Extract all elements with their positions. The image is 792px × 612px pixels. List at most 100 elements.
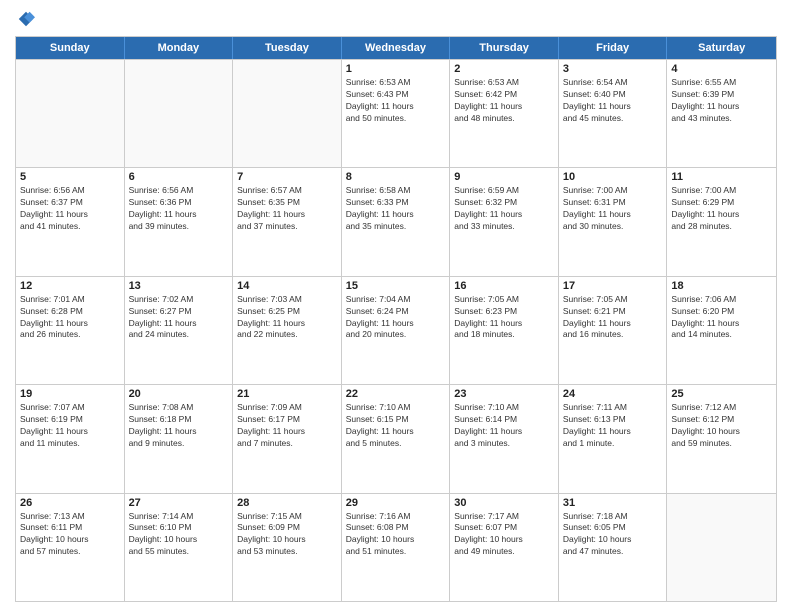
cal-cell-3-4: 15 Sunrise: 7:04 AM Sunset: 6:24 PM Dayli… <box>342 277 451 384</box>
header <box>15 10 777 28</box>
cal-cell-1-7: 4 Sunrise: 6:55 AM Sunset: 6:39 PM Daylig… <box>667 60 776 167</box>
cal-cell-1-3 <box>233 60 342 167</box>
cal-cell-4-7: 25 Sunrise: 7:12 AM Sunset: 6:12 PM Dayli… <box>667 385 776 492</box>
cell-text: Sunrise: 7:11 AM Sunset: 6:13 PM Dayligh… <box>563 402 663 450</box>
cell-text: Sunrise: 6:54 AM Sunset: 6:40 PM Dayligh… <box>563 77 663 125</box>
cell-text: Sunrise: 7:12 AM Sunset: 6:12 PM Dayligh… <box>671 402 772 450</box>
day-number: 9 <box>454 171 554 183</box>
cal-cell-1-2 <box>125 60 234 167</box>
cal-cell-4-4: 22 Sunrise: 7:10 AM Sunset: 6:15 PM Dayli… <box>342 385 451 492</box>
cell-text: Sunrise: 7:05 AM Sunset: 6:23 PM Dayligh… <box>454 294 554 342</box>
day-number: 2 <box>454 63 554 75</box>
cal-cell-5-2: 27 Sunrise: 7:14 AM Sunset: 6:10 PM Dayli… <box>125 494 234 601</box>
day-number: 15 <box>346 280 446 292</box>
cell-text: Sunrise: 7:03 AM Sunset: 6:25 PM Dayligh… <box>237 294 337 342</box>
page: SundayMondayTuesdayWednesdayThursdayFrid… <box>0 0 792 612</box>
day-number: 12 <box>20 280 120 292</box>
day-number: 11 <box>671 171 772 183</box>
cell-text: Sunrise: 7:00 AM Sunset: 6:29 PM Dayligh… <box>671 185 772 233</box>
cal-cell-5-5: 30 Sunrise: 7:17 AM Sunset: 6:07 PM Dayli… <box>450 494 559 601</box>
week-row-2: 5 Sunrise: 6:56 AM Sunset: 6:37 PM Daylig… <box>16 167 776 275</box>
day-number: 27 <box>129 497 229 509</box>
day-number: 8 <box>346 171 446 183</box>
day-number: 22 <box>346 388 446 400</box>
cell-text: Sunrise: 6:55 AM Sunset: 6:39 PM Dayligh… <box>671 77 772 125</box>
calendar-header: SundayMondayTuesdayWednesdayThursdayFrid… <box>16 37 776 59</box>
cell-text: Sunrise: 6:57 AM Sunset: 6:35 PM Dayligh… <box>237 185 337 233</box>
weekday-header-sunday: Sunday <box>16 37 125 59</box>
day-number: 5 <box>20 171 120 183</box>
logo-icon <box>17 10 35 28</box>
day-number: 30 <box>454 497 554 509</box>
cell-text: Sunrise: 7:01 AM Sunset: 6:28 PM Dayligh… <box>20 294 120 342</box>
week-row-3: 12 Sunrise: 7:01 AM Sunset: 6:28 PM Dayli… <box>16 276 776 384</box>
cal-cell-3-6: 17 Sunrise: 7:05 AM Sunset: 6:21 PM Dayli… <box>559 277 668 384</box>
week-row-4: 19 Sunrise: 7:07 AM Sunset: 6:19 PM Dayli… <box>16 384 776 492</box>
cell-text: Sunrise: 7:00 AM Sunset: 6:31 PM Dayligh… <box>563 185 663 233</box>
cal-cell-1-1 <box>16 60 125 167</box>
cell-text: Sunrise: 7:10 AM Sunset: 6:15 PM Dayligh… <box>346 402 446 450</box>
cal-cell-5-4: 29Sunrise: 7:16 AM Sunset: 6:08 PM Dayli… <box>342 494 451 601</box>
cell-text: Sunrise: 6:56 AM Sunset: 6:36 PM Dayligh… <box>129 185 229 233</box>
cal-cell-4-3: 21Sunrise: 7:09 AM Sunset: 6:17 PM Dayli… <box>233 385 342 492</box>
cal-cell-3-2: 13 Sunrise: 7:02 AM Sunset: 6:27 PM Dayli… <box>125 277 234 384</box>
day-number: 20 <box>129 388 229 400</box>
cal-cell-4-1: 19 Sunrise: 7:07 AM Sunset: 6:19 PM Dayli… <box>16 385 125 492</box>
weekday-header-thursday: Thursday <box>450 37 559 59</box>
day-number: 26 <box>20 497 120 509</box>
cal-cell-2-2: 6 Sunrise: 6:56 AM Sunset: 6:36 PM Daylig… <box>125 168 234 275</box>
cal-cell-3-3: 14Sunrise: 7:03 AM Sunset: 6:25 PM Dayli… <box>233 277 342 384</box>
day-number: 1 <box>346 63 446 75</box>
cell-text: Sunrise: 7:04 AM Sunset: 6:24 PM Dayligh… <box>346 294 446 342</box>
cal-cell-4-2: 20Sunrise: 7:08 AM Sunset: 6:18 PM Dayli… <box>125 385 234 492</box>
day-number: 16 <box>454 280 554 292</box>
day-number: 13 <box>129 280 229 292</box>
day-number: 31 <box>563 497 663 509</box>
cell-text: Sunrise: 7:07 AM Sunset: 6:19 PM Dayligh… <box>20 402 120 450</box>
day-number: 10 <box>563 171 663 183</box>
cal-cell-5-6: 31 Sunrise: 7:18 AM Sunset: 6:05 PM Dayli… <box>559 494 668 601</box>
cell-text: Sunrise: 7:13 AM Sunset: 6:11 PM Dayligh… <box>20 511 120 559</box>
week-row-1: 1 Sunrise: 6:53 AM Sunset: 6:43 PM Daylig… <box>16 59 776 167</box>
weekday-header-tuesday: Tuesday <box>233 37 342 59</box>
cell-text: Sunrise: 7:17 AM Sunset: 6:07 PM Dayligh… <box>454 511 554 559</box>
cal-cell-3-5: 16 Sunrise: 7:05 AM Sunset: 6:23 PM Dayli… <box>450 277 559 384</box>
weekday-header-wednesday: Wednesday <box>342 37 451 59</box>
cal-cell-4-6: 24 Sunrise: 7:11 AM Sunset: 6:13 PM Dayli… <box>559 385 668 492</box>
cal-cell-2-1: 5 Sunrise: 6:56 AM Sunset: 6:37 PM Daylig… <box>16 168 125 275</box>
day-number: 25 <box>671 388 772 400</box>
cal-cell-5-1: 26 Sunrise: 7:13 AM Sunset: 6:11 PM Dayli… <box>16 494 125 601</box>
logo <box>15 10 35 28</box>
weekday-header-monday: Monday <box>125 37 234 59</box>
cal-cell-4-5: 23Sunrise: 7:10 AM Sunset: 6:14 PM Dayli… <box>450 385 559 492</box>
cell-text: Sunrise: 6:53 AM Sunset: 6:42 PM Dayligh… <box>454 77 554 125</box>
day-number: 3 <box>563 63 663 75</box>
cell-text: Sunrise: 6:56 AM Sunset: 6:37 PM Dayligh… <box>20 185 120 233</box>
week-row-5: 26 Sunrise: 7:13 AM Sunset: 6:11 PM Dayli… <box>16 493 776 601</box>
cell-text: Sunrise: 7:15 AM Sunset: 6:09 PM Dayligh… <box>237 511 337 559</box>
day-number: 24 <box>563 388 663 400</box>
day-number: 17 <box>563 280 663 292</box>
cal-cell-2-4: 8Sunrise: 6:58 AM Sunset: 6:33 PM Daylig… <box>342 168 451 275</box>
cal-cell-2-7: 11 Sunrise: 7:00 AM Sunset: 6:29 PM Dayli… <box>667 168 776 275</box>
cell-text: Sunrise: 7:16 AM Sunset: 6:08 PM Dayligh… <box>346 511 446 559</box>
cal-cell-2-5: 9Sunrise: 6:59 AM Sunset: 6:32 PM Daylig… <box>450 168 559 275</box>
day-number: 19 <box>20 388 120 400</box>
cell-text: Sunrise: 7:18 AM Sunset: 6:05 PM Dayligh… <box>563 511 663 559</box>
cell-text: Sunrise: 7:05 AM Sunset: 6:21 PM Dayligh… <box>563 294 663 342</box>
calendar-body: 1 Sunrise: 6:53 AM Sunset: 6:43 PM Daylig… <box>16 59 776 601</box>
cal-cell-3-1: 12 Sunrise: 7:01 AM Sunset: 6:28 PM Dayli… <box>16 277 125 384</box>
day-number: 6 <box>129 171 229 183</box>
cell-text: Sunrise: 6:53 AM Sunset: 6:43 PM Dayligh… <box>346 77 446 125</box>
day-number: 4 <box>671 63 772 75</box>
cal-cell-1-5: 2 Sunrise: 6:53 AM Sunset: 6:42 PM Daylig… <box>450 60 559 167</box>
cell-text: Sunrise: 7:02 AM Sunset: 6:27 PM Dayligh… <box>129 294 229 342</box>
cell-text: Sunrise: 7:09 AM Sunset: 6:17 PM Dayligh… <box>237 402 337 450</box>
cell-text: Sunrise: 7:10 AM Sunset: 6:14 PM Dayligh… <box>454 402 554 450</box>
weekday-header-friday: Friday <box>559 37 668 59</box>
cell-text: Sunrise: 7:14 AM Sunset: 6:10 PM Dayligh… <box>129 511 229 559</box>
cal-cell-1-6: 3 Sunrise: 6:54 AM Sunset: 6:40 PM Daylig… <box>559 60 668 167</box>
day-number: 28 <box>237 497 337 509</box>
day-number: 18 <box>671 280 772 292</box>
cell-text: Sunrise: 7:06 AM Sunset: 6:20 PM Dayligh… <box>671 294 772 342</box>
